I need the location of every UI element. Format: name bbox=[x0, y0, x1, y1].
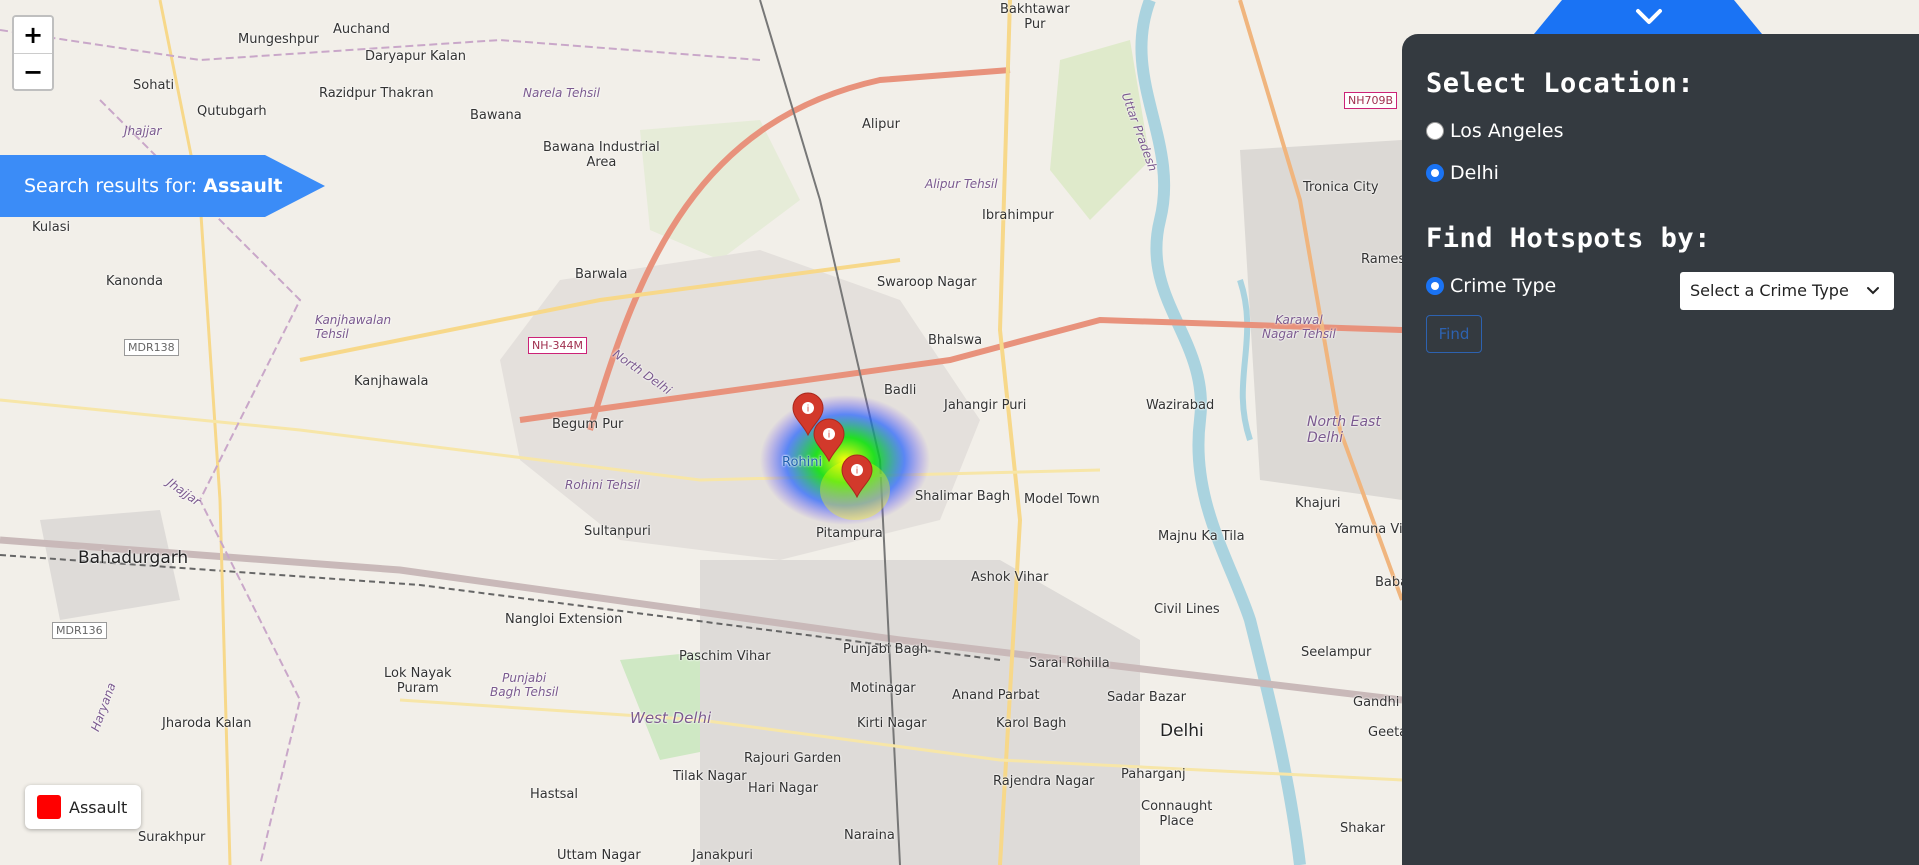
location-radio-los-angeles[interactable]: Los Angeles bbox=[1426, 120, 1563, 142]
radio-button[interactable] bbox=[1426, 164, 1444, 182]
find-hotspots-heading: Find Hotspots by: bbox=[1426, 223, 1711, 254]
control-panel: Select Location: Los Angeles Delhi Find … bbox=[1402, 34, 1919, 865]
zoom-control: + − bbox=[12, 15, 54, 91]
legend-swatch-assault bbox=[37, 795, 61, 819]
search-results-prefix: Search results for: bbox=[24, 175, 204, 197]
svg-text:i: i bbox=[856, 467, 859, 477]
hotspot-radio-crime-type[interactable]: Crime Type bbox=[1426, 275, 1556, 297]
chevron-down-icon bbox=[1867, 287, 1879, 295]
select-location-heading: Select Location: bbox=[1426, 68, 1695, 99]
location-label: Delhi bbox=[1450, 162, 1499, 184]
radio-button[interactable] bbox=[1426, 277, 1444, 295]
location-radio-delhi[interactable]: Delhi bbox=[1426, 162, 1499, 184]
svg-text:i: i bbox=[828, 431, 831, 441]
panel-toggle-tab[interactable] bbox=[1534, 0, 1762, 34]
crime-marker[interactable]: i bbox=[840, 454, 874, 498]
find-button[interactable]: Find bbox=[1426, 315, 1482, 353]
zoom-in-button[interactable]: + bbox=[14, 17, 52, 53]
location-label: Los Angeles bbox=[1450, 120, 1564, 142]
crime-type-select-value: Select a Crime Type bbox=[1690, 281, 1849, 300]
hotspot-option-label: Crime Type bbox=[1450, 275, 1557, 297]
zoom-out-button[interactable]: − bbox=[14, 53, 52, 89]
search-results-term: Assault bbox=[203, 175, 283, 197]
search-results-banner: Search results for: Assault bbox=[0, 155, 325, 217]
chevron-down-icon bbox=[1636, 9, 1662, 24]
legend-label: Assault bbox=[69, 797, 128, 817]
map-legend: Assault bbox=[25, 785, 142, 829]
radio-button[interactable] bbox=[1426, 122, 1444, 140]
crime-type-select[interactable]: Select a Crime Type bbox=[1680, 272, 1894, 310]
svg-text:i: i bbox=[807, 405, 810, 415]
